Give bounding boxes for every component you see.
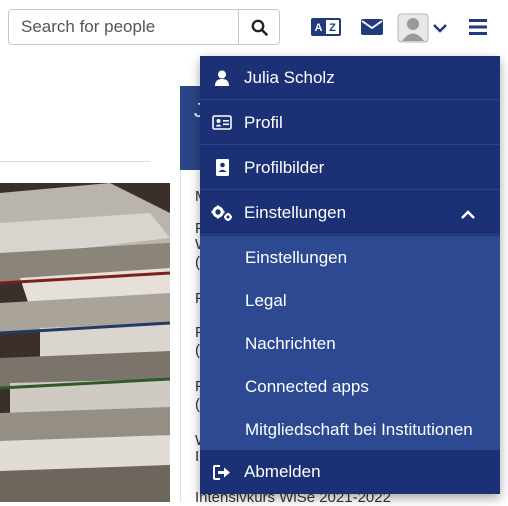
search-box bbox=[8, 9, 280, 45]
menu-item-einstellungen-label: Einstellungen bbox=[244, 202, 347, 222]
submenu-item-legal[interactable]: Legal bbox=[200, 279, 500, 322]
search-input[interactable] bbox=[9, 10, 241, 44]
menu-item-profil[interactable]: Profil bbox=[200, 101, 500, 145]
translate-icon[interactable]: A Z bbox=[310, 16, 342, 38]
user-dropdown-menu: Julia Scholz Profil Profilbilder Einstel… bbox=[200, 56, 500, 494]
svg-text:A: A bbox=[315, 22, 323, 34]
svg-text:Z: Z bbox=[329, 22, 336, 34]
avatar[interactable] bbox=[397, 13, 429, 43]
user-icon bbox=[200, 70, 244, 86]
menu-item-user[interactable]: Julia Scholz bbox=[200, 56, 500, 100]
sign-out-icon bbox=[200, 464, 244, 480]
menu-item-profil-label: Profil bbox=[244, 112, 283, 132]
books-image bbox=[0, 183, 170, 502]
menu-item-profilbilder-label: Profilbilder bbox=[244, 157, 325, 177]
menu-item-profilbilder[interactable]: Profilbilder bbox=[200, 146, 500, 190]
search-button[interactable] bbox=[238, 10, 279, 44]
menu-item-user-label: Julia Scholz bbox=[244, 67, 335, 87]
mail-icon[interactable] bbox=[360, 18, 384, 36]
divider bbox=[0, 161, 150, 162]
bg-line-11: I bbox=[195, 448, 200, 465]
id-card-icon bbox=[200, 115, 244, 130]
search-icon bbox=[251, 19, 268, 36]
chevron-down-icon[interactable] bbox=[431, 20, 449, 36]
settings-submenu: Einstellungen Legal Nachrichten Connecte… bbox=[200, 236, 500, 450]
menu-item-logout-label: Abmelden bbox=[244, 462, 321, 481]
cogs-icon bbox=[200, 205, 244, 221]
hamburger-menu-icon[interactable] bbox=[467, 17, 489, 37]
menu-item-logout[interactable]: Abmelden bbox=[200, 450, 500, 494]
submenu-item-nachrichten[interactable]: Nachrichten bbox=[200, 322, 500, 365]
submenu-item-connected-apps[interactable]: Connected apps bbox=[200, 365, 500, 408]
chevron-up-icon bbox=[460, 205, 476, 225]
contact-card-icon bbox=[200, 159, 244, 176]
submenu-item-mitgliedschaft[interactable]: Mitgliedschaft bei Institutionen bbox=[200, 408, 500, 451]
submenu-item-einstellungen[interactable]: Einstellungen bbox=[200, 236, 500, 279]
menu-item-einstellungen[interactable]: Einstellungen bbox=[200, 191, 500, 235]
